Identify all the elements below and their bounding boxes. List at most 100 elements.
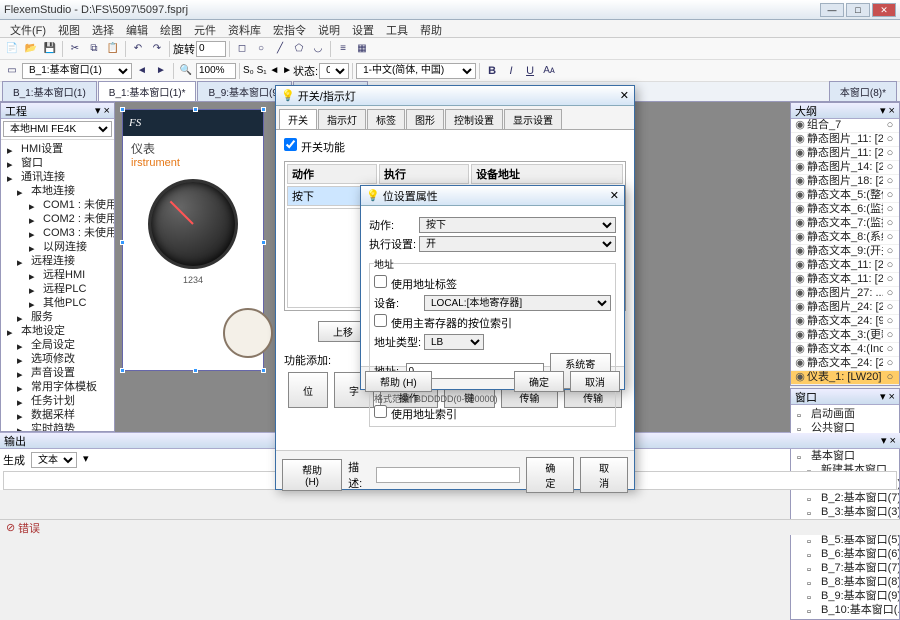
hmi-select[interactable]: 本地HMI FE4K [3, 121, 112, 137]
exec-select[interactable]: 开 [419, 236, 616, 252]
layer-row[interactable]: ◉静态图片_11: [22...○ [791, 147, 899, 161]
enable-check[interactable]: 开关功能 [284, 142, 345, 154]
italic-icon[interactable]: I [502, 62, 520, 80]
menu-item[interactable]: 说明 [312, 20, 346, 37]
use-ai-check[interactable]: 使用地址索引 [374, 409, 457, 421]
line-icon[interactable]: ╱ [271, 40, 289, 58]
menu-item[interactable]: 编辑 [120, 20, 154, 37]
window-node[interactable]: ▫B_6:基本窗口(6) [793, 547, 897, 561]
undo-icon[interactable]: ↶ [129, 40, 147, 58]
tree-node[interactable]: ▸HMI设置 [3, 142, 112, 156]
use-tag-check[interactable]: 使用地址标签 [374, 279, 457, 291]
circle-icon[interactable]: ○ [252, 40, 270, 58]
tree-node[interactable]: ▸COM2 : 未使用 [3, 212, 112, 226]
zoom-input[interactable] [196, 63, 236, 79]
tree-node[interactable]: ▸任务计划 [3, 394, 112, 408]
layer-row[interactable]: ◉静态文本_5:(整体)○ [791, 189, 899, 203]
arc-icon[interactable]: ◡ [309, 40, 327, 58]
tree-node[interactable]: ▸其他PLC [3, 296, 112, 310]
maximize-button[interactable]: □ [846, 3, 870, 17]
close-button[interactable]: ✕ [872, 3, 896, 17]
dlg-tab[interactable]: 控制设置 [445, 109, 503, 129]
tree-node[interactable]: ▸实时趋势 [3, 422, 112, 431]
layer-row[interactable]: ◉组合_7○ [791, 119, 899, 133]
tree-node[interactable]: ▸全局设定 [3, 338, 112, 352]
layer-row[interactable]: ◉静态图片_11: [29...○ [791, 133, 899, 147]
layer-row[interactable]: ◉静态文本_11: [26...○ [791, 259, 899, 273]
menu-item[interactable]: 选择 [86, 20, 120, 37]
dlg-tab[interactable]: 显示设置 [504, 109, 562, 129]
grid-icon[interactable]: ▦ [353, 40, 371, 58]
dialog-close-icon[interactable]: ✕ [620, 89, 629, 102]
layer-row[interactable]: ◉静态图片_27: ...○ [791, 287, 899, 301]
output-type[interactable]: 文本 [31, 452, 77, 468]
action-select[interactable]: 按下 [419, 217, 616, 233]
menu-item[interactable]: 元件 [188, 20, 222, 37]
tree-node[interactable]: ▸数据采样 [3, 408, 112, 422]
tree-node[interactable]: ▸远程PLC [3, 282, 112, 296]
doc-tab[interactable]: B_1:基本窗口(1)* [98, 81, 197, 101]
tree-node[interactable]: ▸COM3 : 未使用 [3, 226, 112, 240]
tree-node[interactable]: ▸以网连接 [3, 240, 112, 254]
menu-item[interactable]: 绘图 [154, 20, 188, 37]
new-icon[interactable]: 📄 [3, 40, 21, 58]
layer-row[interactable]: ◉静态文本_7:(监控)○ [791, 217, 899, 231]
paste-icon[interactable]: 📋 [104, 40, 122, 58]
layer-row[interactable]: ◉静态图片_14: [20...○ [791, 161, 899, 175]
addrtype-select[interactable]: LB [424, 334, 484, 350]
tree-node[interactable]: ▸本地连接 [3, 184, 112, 198]
menu-item[interactable]: 帮助 [414, 20, 448, 37]
underline-icon[interactable]: U [521, 62, 539, 80]
layer-row[interactable]: ◉静态文本_9:(开关)○ [791, 245, 899, 259]
copy-icon[interactable]: ⧉ [85, 40, 103, 58]
open-icon[interactable]: 📂 [22, 40, 40, 58]
doc-tab[interactable]: B_1:基本窗口(1) [2, 81, 97, 101]
tree-node[interactable]: ▸选项修改 [3, 352, 112, 366]
panel-close-icon[interactable]: ▾ × [880, 390, 895, 403]
tree-node[interactable]: ▸常用字体模板 [3, 380, 112, 394]
redo-icon[interactable]: ↷ [148, 40, 166, 58]
window-node[interactable]: ▫B_7:基本窗口(7) [793, 561, 897, 575]
doc-tab[interactable]: 本窗口(8)* [829, 81, 897, 101]
layer-row[interactable]: ◉静态文本_4:(Incom...○ [791, 343, 899, 357]
small-gauge[interactable] [223, 308, 273, 358]
tree-node[interactable]: ▸本地设定 [3, 324, 112, 338]
window-node[interactable]: ▫B_5:基本窗口(5) [793, 533, 897, 547]
window-node[interactable]: ▫B_3:基本窗口(3) [793, 505, 897, 519]
panel-close-icon[interactable]: ▾ × [880, 104, 895, 117]
layer-row[interactable]: ◉静态图片_24: [214...○ [791, 301, 899, 315]
bold-icon[interactable]: B [483, 62, 501, 80]
layer-row[interactable]: ◉静态文本_3:(更新)○ [791, 329, 899, 343]
window-select[interactable]: B_1:基本窗口(1) [22, 63, 132, 79]
sub-ok-button[interactable]: 确定 [514, 371, 564, 392]
help-button[interactable]: 帮助(H) [282, 459, 342, 491]
ok-button[interactable]: 确定 [526, 457, 574, 493]
align-icon[interactable]: ≡ [334, 40, 352, 58]
rotate-input[interactable] [196, 41, 226, 57]
menu-item[interactable]: 宏指令 [267, 20, 312, 37]
panel-pin-icon[interactable]: ▾ × [95, 104, 110, 117]
dlg-tab[interactable]: 指示灯 [318, 109, 366, 129]
minimize-button[interactable]: — [820, 3, 844, 17]
window-icon[interactable]: ▭ [3, 62, 21, 80]
state-select[interactable]: 0 [319, 63, 349, 79]
dlg-tab[interactable]: 图形 [406, 109, 444, 129]
poly-icon[interactable]: ⬠ [290, 40, 308, 58]
layer-row[interactable]: ◉静态文本_11: [27...○ [791, 273, 899, 287]
tree-node[interactable]: ▸COM1 : 未使用 [3, 198, 112, 212]
cancel-button[interactable]: 取消 [580, 457, 628, 493]
next-icon[interactable]: ► [152, 62, 170, 80]
project-tree[interactable]: ▸HMI设置▸窗口▸通讯连接▸本地连接▸COM1 : 未使用▸COM2 : 未使… [1, 140, 114, 431]
menu-item[interactable]: 资料库 [222, 20, 267, 37]
tree-node[interactable]: ▸通讯连接 [3, 170, 112, 184]
menu-item[interactable]: 视图 [52, 20, 86, 37]
subdlg-close-icon[interactable]: ✕ [610, 189, 619, 202]
tree-node[interactable]: ▸服务 [3, 310, 112, 324]
shape-icon[interactable]: ◻ [233, 40, 251, 58]
layer-row[interactable]: ◉静态文本_6:(监控)○ [791, 203, 899, 217]
window-node[interactable]: ▫B_8:基本窗口(8) [793, 575, 897, 589]
dlg-tab[interactable]: 标签 [367, 109, 405, 129]
tree-node[interactable]: ▸窗口 [3, 156, 112, 170]
menu-item[interactable]: 文件(F) [4, 20, 52, 37]
window-node[interactable]: ▫B_10:基本窗口(... [793, 603, 897, 617]
